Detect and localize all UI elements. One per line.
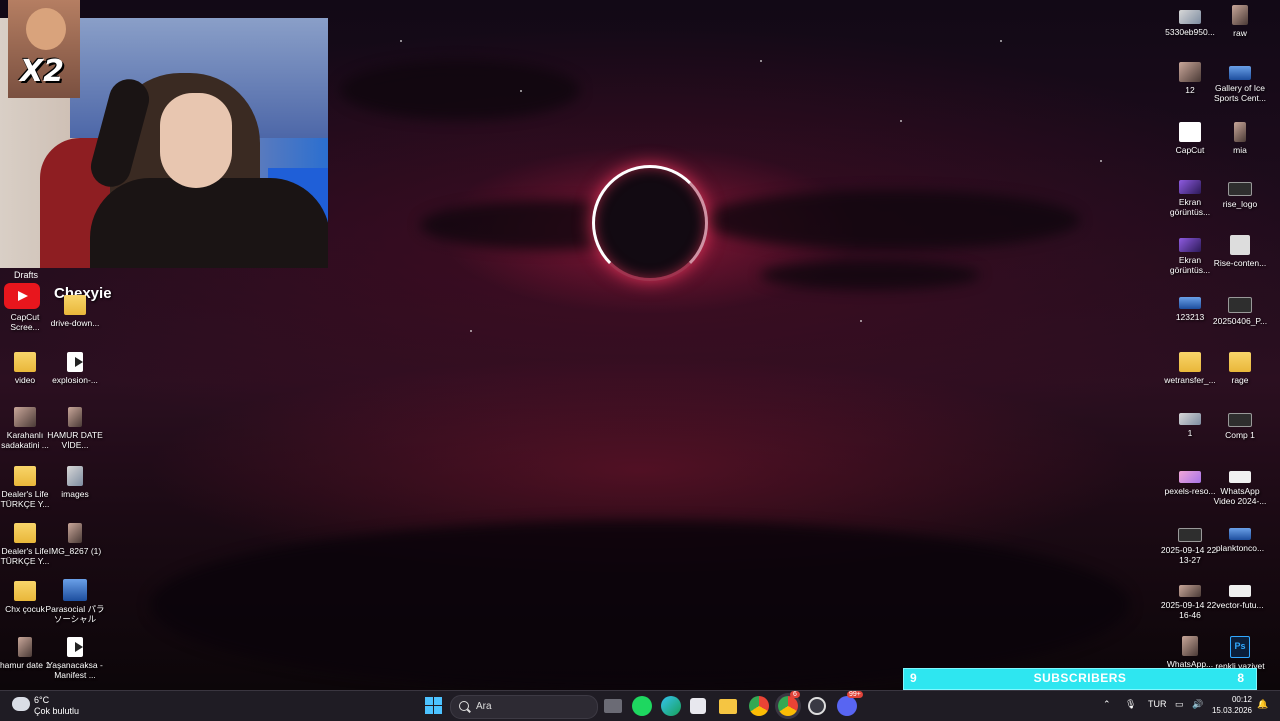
desktop-icon-20250406[interactable]: 20250406_P... [1210, 297, 1270, 326]
search-icon [459, 701, 469, 711]
image-icon [1229, 528, 1251, 540]
streamer-face [160, 93, 232, 188]
store-icon[interactable] [690, 698, 706, 714]
clock-time: 00:12 [1231, 695, 1252, 704]
desktop-icon-raw[interactable]: raw [1210, 5, 1270, 38]
image-icon [1230, 235, 1250, 255]
desktop-icon-comp-1[interactable]: Comp 1 [1210, 413, 1270, 440]
desktop-icon-rise-content[interactable]: Rise-conten... [1210, 235, 1270, 268]
file-explorer-icon[interactable] [719, 699, 737, 714]
chevron-up-icon[interactable]: ⌃ [1103, 699, 1111, 710]
image-icon [63, 579, 87, 601]
desktop-icon-hamur-date-video[interactable]: HAMUR DATE VİDE... [45, 407, 105, 450]
video-file-icon [67, 352, 83, 372]
task-view-icon[interactable] [604, 699, 622, 713]
weather-desc: Çok bulutlu [34, 706, 80, 716]
weather-temp: 6°C [34, 695, 50, 705]
photo-icon [68, 407, 82, 427]
photoshop-icon: Ps [1230, 636, 1250, 658]
chrome-active-icon[interactable]: 6 [778, 691, 800, 716]
desktop-icon-rage[interactable]: rage [1210, 352, 1270, 385]
photo-icon [67, 466, 83, 486]
desktop-icon-drive-download[interactable]: drive-down... [45, 295, 105, 328]
cloud-shape [340, 60, 580, 120]
discord-badge: 99+ [847, 691, 863, 698]
search-placeholder: Ara [476, 701, 492, 712]
cloud-icon [12, 697, 30, 711]
desktop-icon-explosion[interactable]: explosion-... [45, 352, 105, 385]
desktop-icon-renkli-yaziyet[interactable]: Ps renkli yaziyet [1210, 636, 1270, 671]
clock[interactable]: 00:12 15.03.2026 [1210, 694, 1252, 716]
eclipse-ring [592, 165, 708, 281]
image-icon [1229, 585, 1251, 597]
drafts-label: Drafts [14, 270, 39, 280]
cloud-shape [700, 190, 1080, 250]
image-icon [1229, 66, 1251, 80]
image-icon [1228, 297, 1252, 313]
image-icon [1228, 182, 1252, 196]
desktop-icon-img-8267[interactable]: IMG_8267 (1) [45, 523, 105, 556]
spotify-icon[interactable] [632, 696, 652, 716]
volume-icon[interactable]: 🔊 [1192, 699, 1203, 710]
discord-icon[interactable]: 99+ [837, 691, 863, 716]
edge-icon[interactable] [661, 696, 681, 716]
desktop-icon-parasocial[interactable]: Parasocial パラソーシャル [45, 579, 105, 624]
start-button[interactable] [425, 697, 443, 715]
folder-icon [1179, 352, 1201, 372]
subscriber-goal-bar: 9 SUBSCRIBERS 8 [903, 668, 1257, 690]
photo-icon [1234, 122, 1246, 142]
chrome-badge: 6 [790, 691, 800, 698]
folder-icon [14, 523, 36, 543]
desktop-icon-mia[interactable]: mia [1210, 122, 1270, 155]
folder-icon [1229, 352, 1251, 372]
desktop-icon-images[interactable]: images [45, 466, 105, 499]
cloud-shape [760, 260, 980, 290]
photo-icon [14, 407, 36, 427]
microphone-icon[interactable]: 🎙 [1125, 699, 1136, 710]
clock-date: 15.03.2026 [1211, 706, 1252, 715]
photo-icon [1182, 636, 1198, 656]
video-file-icon [1179, 585, 1201, 597]
meme-overlay: X2 [8, 0, 80, 98]
taskbar: 6°C Çok bulutlu Ara 6 99+ ⌃ 🎙 TUR ▭ 🔊 00… [0, 690, 1280, 721]
photo-icon [18, 637, 32, 657]
sub-goal-label: SUBSCRIBERS [1033, 671, 1127, 685]
image-icon [1228, 413, 1252, 427]
chrome-icon[interactable] [749, 696, 769, 716]
weather-widget[interactable]: 6°C Çok bulutlu [10, 694, 100, 718]
meme-text: X2 [20, 54, 65, 89]
cliff-shape [150, 520, 1130, 690]
desktop-icon-rise-logo[interactable]: rise_logo [1210, 182, 1270, 209]
image-icon [1179, 413, 1201, 425]
desktop-icon-yasanacaksa[interactable]: Yaşanacaksa - Manifest ... [45, 637, 105, 680]
notification-icon[interactable]: 🔔 [1257, 699, 1268, 710]
image-icon [1179, 297, 1201, 309]
desktop-icon-whatsapp-video[interactable]: WhatsApp Video 2024-... [1210, 471, 1270, 506]
image-icon [1179, 471, 1201, 483]
folder-icon [14, 352, 36, 372]
folder-icon [64, 295, 86, 315]
image-icon [1179, 180, 1201, 194]
desktop-icon-planktonco[interactable]: planktonco... [1210, 528, 1270, 553]
youtube-icon [4, 283, 40, 309]
capcut-icon [1179, 122, 1201, 142]
video-file-icon [1229, 471, 1251, 483]
photo-icon [68, 523, 82, 543]
folder-icon [14, 466, 36, 486]
image-icon [1179, 10, 1201, 24]
photo-icon [1232, 5, 1248, 25]
sub-goal-target: 8 [1237, 671, 1244, 685]
image-icon [1179, 238, 1201, 252]
desktop-icon-vector-futu[interactable]: vector-futu... [1210, 585, 1270, 610]
obs-icon[interactable] [808, 697, 826, 715]
taskbar-search[interactable]: Ara [450, 695, 598, 719]
folder-icon [14, 581, 36, 601]
video-file-icon [1178, 528, 1202, 542]
photo-icon [1179, 62, 1201, 82]
video-file-icon [67, 637, 83, 657]
language-indicator[interactable]: TUR [1148, 699, 1167, 709]
desktop-icon-gallery-ice[interactable]: Gallery of Ice Sports Cent... [1210, 66, 1270, 103]
network-icon[interactable]: ▭ [1175, 699, 1184, 710]
